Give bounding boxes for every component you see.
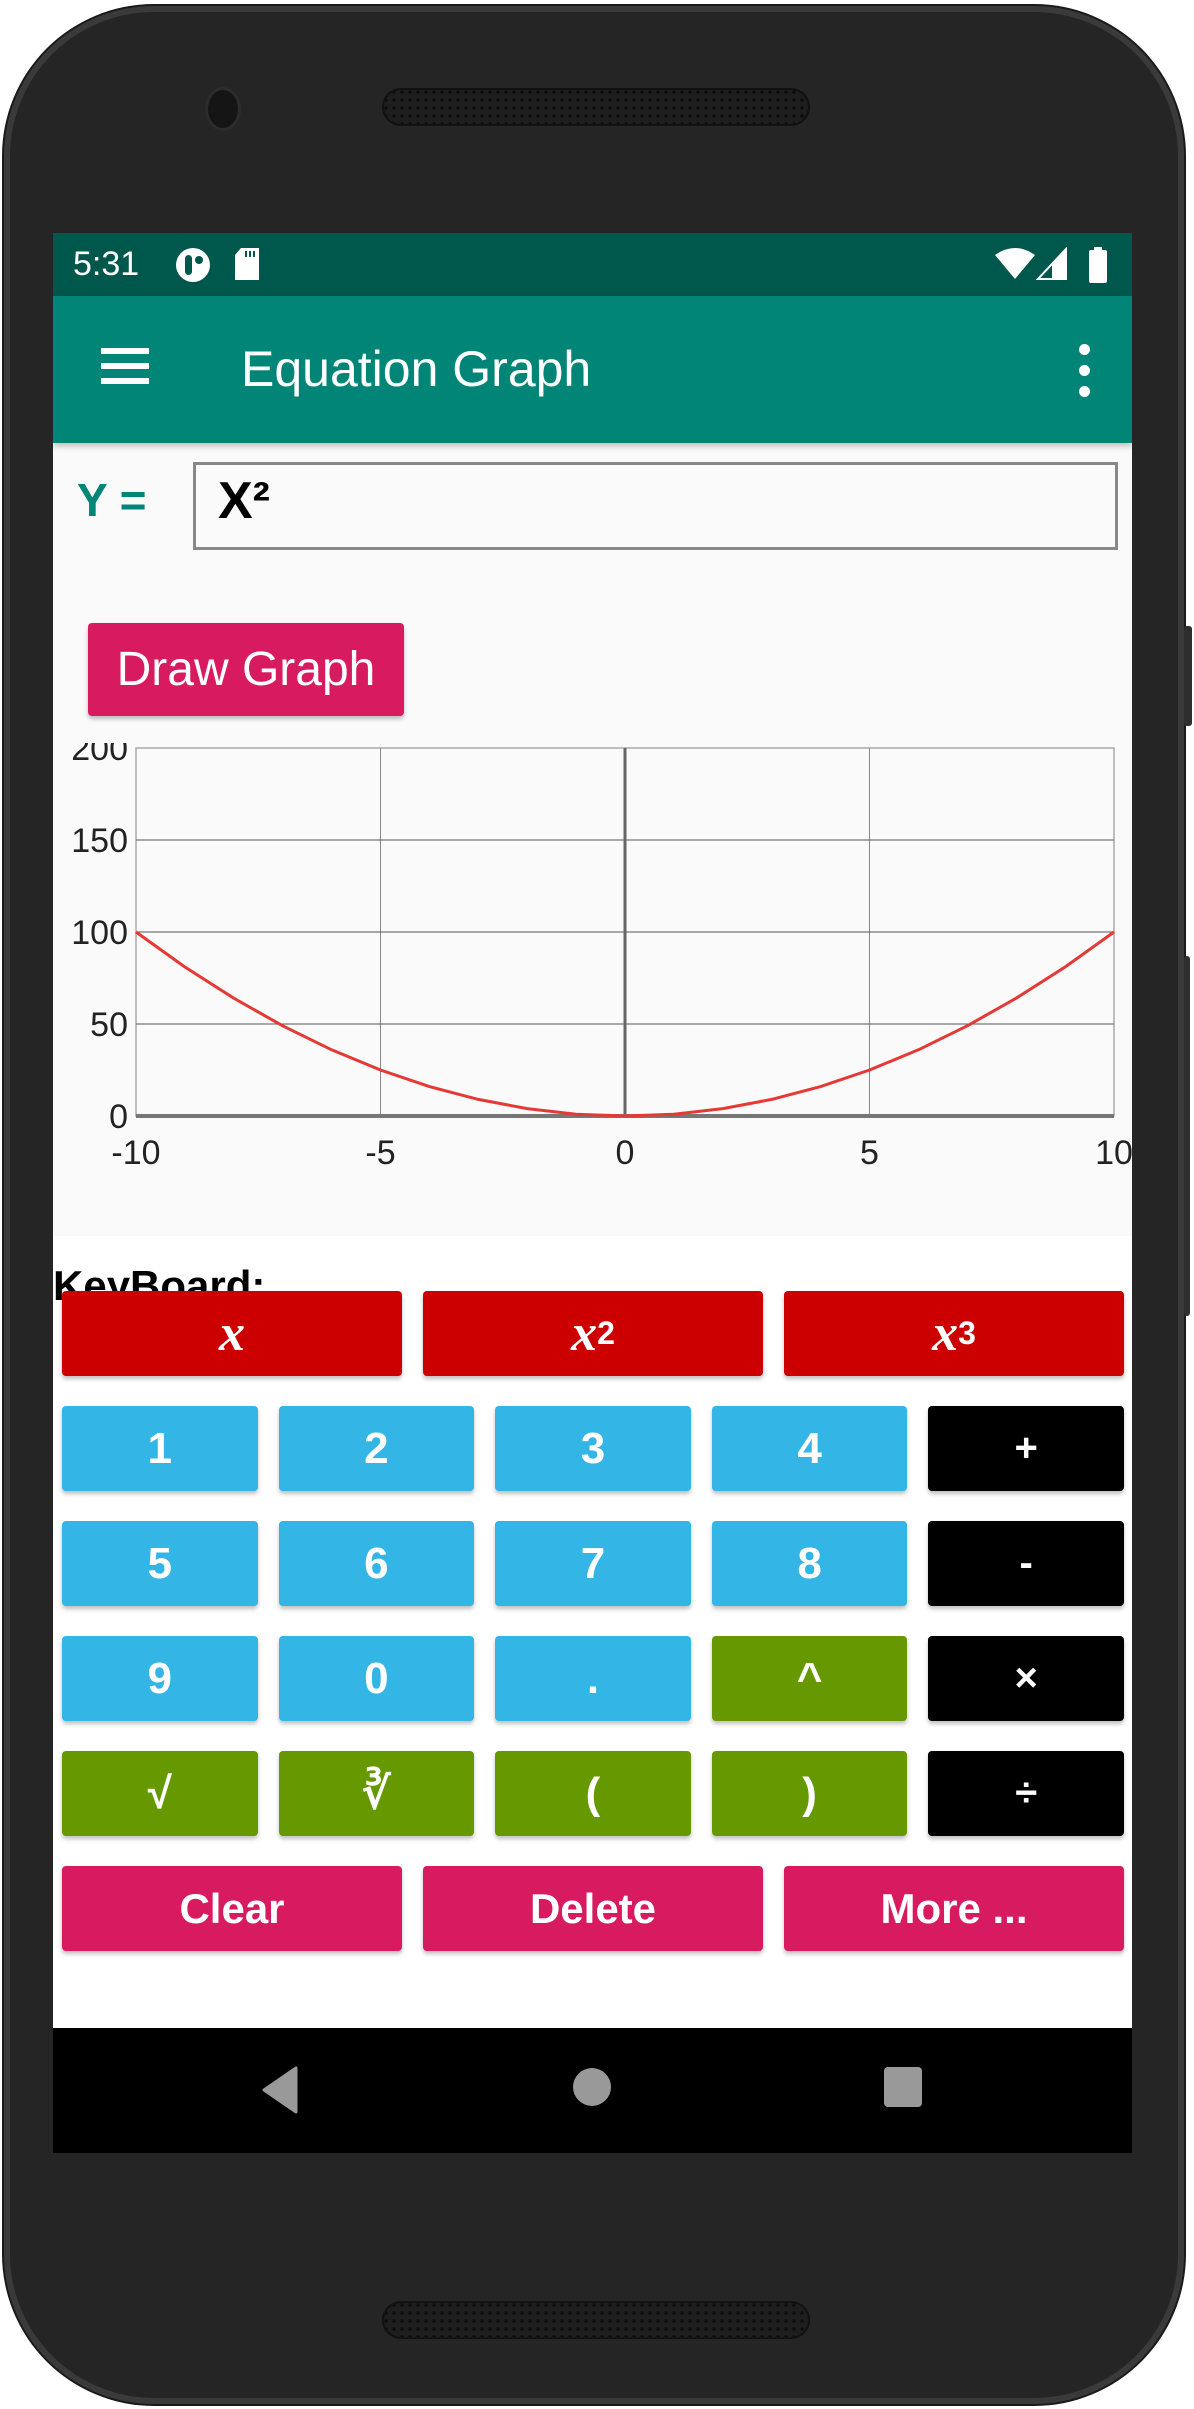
front-camera bbox=[208, 90, 238, 128]
key-6[interactable]: 6 bbox=[278, 1521, 475, 1606]
power-button bbox=[1184, 626, 1192, 726]
key-delete[interactable]: Delete bbox=[423, 1866, 763, 1951]
y-tick-label: 0 bbox=[109, 1098, 128, 1136]
key-label: x bbox=[571, 1305, 598, 1362]
screen: 5:31 Equation Graph Y = X² Draw Graph -1… bbox=[53, 233, 1132, 2153]
signal-icon bbox=[1035, 246, 1068, 286]
hamburger-menu-icon[interactable] bbox=[101, 348, 153, 388]
wifi-icon bbox=[995, 247, 1035, 286]
key-label: 0 bbox=[364, 1653, 389, 1703]
key-label: ^ bbox=[796, 1653, 823, 1703]
key-superscript: 2 bbox=[597, 1315, 615, 1351]
more-vert-icon[interactable] bbox=[1072, 344, 1096, 400]
key-label: ( bbox=[585, 1768, 601, 1818]
key-superscript: 3 bbox=[958, 1315, 976, 1351]
y-tick-label: 200 bbox=[71, 743, 128, 768]
key-label: ∛ bbox=[362, 1769, 391, 1818]
graph-svg: -10 -5 0 5 10050100150200 bbox=[71, 730, 1132, 1172]
app-bar: Equation Graph bbox=[53, 296, 1132, 443]
key-label: ÷ bbox=[1015, 1771, 1038, 1815]
key-minus[interactable]: - bbox=[928, 1521, 1124, 1606]
key-9[interactable]: 9 bbox=[62, 1636, 258, 1721]
key-divide[interactable]: ÷ bbox=[928, 1751, 1124, 1836]
key-x-3[interactable]: x3 bbox=[784, 1291, 1124, 1376]
y-tick-label: 100 bbox=[71, 914, 128, 952]
earpiece-speaker bbox=[382, 88, 810, 126]
key-label: Clear bbox=[179, 1884, 285, 1932]
key-label: x bbox=[932, 1305, 959, 1362]
back-icon[interactable] bbox=[258, 2066, 304, 2119]
sd-card-icon bbox=[233, 247, 261, 286]
key-label: 9 bbox=[147, 1653, 173, 1703]
app-title: Equation Graph bbox=[241, 341, 592, 397]
key-7[interactable]: 7 bbox=[495, 1521, 691, 1606]
bottom-speaker bbox=[382, 2301, 810, 2339]
navigation-bar bbox=[53, 2028, 1132, 2153]
key-8[interactable]: 8 bbox=[711, 1521, 908, 1606]
x-tick-label: -5 bbox=[365, 1134, 395, 1172]
key-close-paren[interactable]: ) bbox=[711, 1751, 908, 1836]
key-sqrt[interactable]: √ bbox=[62, 1751, 258, 1836]
keyboard-panel: KeyBoard: x x 2 x 3 1 2 3 4 +5 6 7 8-9 0. ^ × √ ∛() ÷ Clear… bbox=[53, 1236, 1132, 2153]
battery-icon bbox=[1089, 247, 1107, 288]
key-x-2[interactable]: x2 bbox=[423, 1291, 763, 1376]
draw-graph-button[interactable]: Draw Graph bbox=[88, 623, 404, 716]
status-bar: 5:31 bbox=[53, 233, 1132, 296]
x-tick-label: 5 bbox=[860, 1134, 879, 1172]
key-label: - bbox=[1019, 1541, 1033, 1585]
y-equals-label: Y = bbox=[77, 474, 147, 526]
key-label: 3 bbox=[580, 1423, 606, 1473]
key-more[interactable]: More ... bbox=[784, 1866, 1124, 1951]
key-label: 2 bbox=[364, 1423, 389, 1473]
key-5[interactable]: 5 bbox=[62, 1521, 258, 1606]
key-plus[interactable]: + bbox=[928, 1406, 1124, 1491]
status-time: 5:31 bbox=[73, 245, 140, 283]
graph-chart: -10 -5 0 5 10 0 50 100 150 200 bbox=[53, 730, 1132, 1233]
key-power[interactable]: ^ bbox=[711, 1636, 908, 1721]
key-cube-root[interactable]: ∛ bbox=[278, 1751, 475, 1836]
key-label: More ... bbox=[880, 1884, 1028, 1932]
key-label: Delete bbox=[529, 1884, 657, 1932]
key-label: 6 bbox=[364, 1538, 389, 1588]
volume-button bbox=[1184, 956, 1190, 1316]
key-open-paren[interactable]: ( bbox=[495, 1751, 691, 1836]
key-label: 8 bbox=[797, 1538, 822, 1588]
key-label: √ bbox=[147, 1768, 172, 1818]
key-1[interactable]: 1 bbox=[62, 1406, 258, 1491]
key-3[interactable]: 3 bbox=[495, 1406, 691, 1491]
x-tick-label: 10 bbox=[1095, 1134, 1132, 1172]
y-tick-label: 150 bbox=[71, 822, 128, 860]
key-decimal[interactable]: . bbox=[495, 1636, 691, 1721]
key-label: . bbox=[586, 1653, 600, 1703]
key-clear[interactable]: Clear bbox=[62, 1866, 402, 1951]
equation-input[interactable]: X² bbox=[193, 462, 1118, 550]
y-tick-label: 50 bbox=[90, 1006, 128, 1044]
key-label: 5 bbox=[147, 1538, 173, 1588]
recents-icon[interactable] bbox=[883, 2066, 923, 2113]
key-label: 7 bbox=[580, 1538, 606, 1588]
key-2[interactable]: 2 bbox=[278, 1406, 475, 1491]
data-saver-icon bbox=[175, 247, 211, 288]
key-0[interactable]: 0 bbox=[278, 1636, 475, 1721]
key-label: 4 bbox=[797, 1423, 822, 1473]
key-label: ) bbox=[802, 1768, 817, 1818]
key-label: + bbox=[1014, 1426, 1038, 1470]
key-x[interactable]: x bbox=[62, 1291, 402, 1376]
key-label: 1 bbox=[147, 1423, 173, 1473]
x-tick-label: 0 bbox=[616, 1134, 635, 1172]
home-icon[interactable] bbox=[571, 2066, 613, 2113]
key-multiply[interactable]: × bbox=[928, 1636, 1124, 1721]
key-label: × bbox=[1014, 1656, 1038, 1700]
key-label: x bbox=[219, 1305, 245, 1362]
x-tick-label: -10 bbox=[111, 1134, 160, 1172]
key-4[interactable]: 4 bbox=[711, 1406, 908, 1491]
